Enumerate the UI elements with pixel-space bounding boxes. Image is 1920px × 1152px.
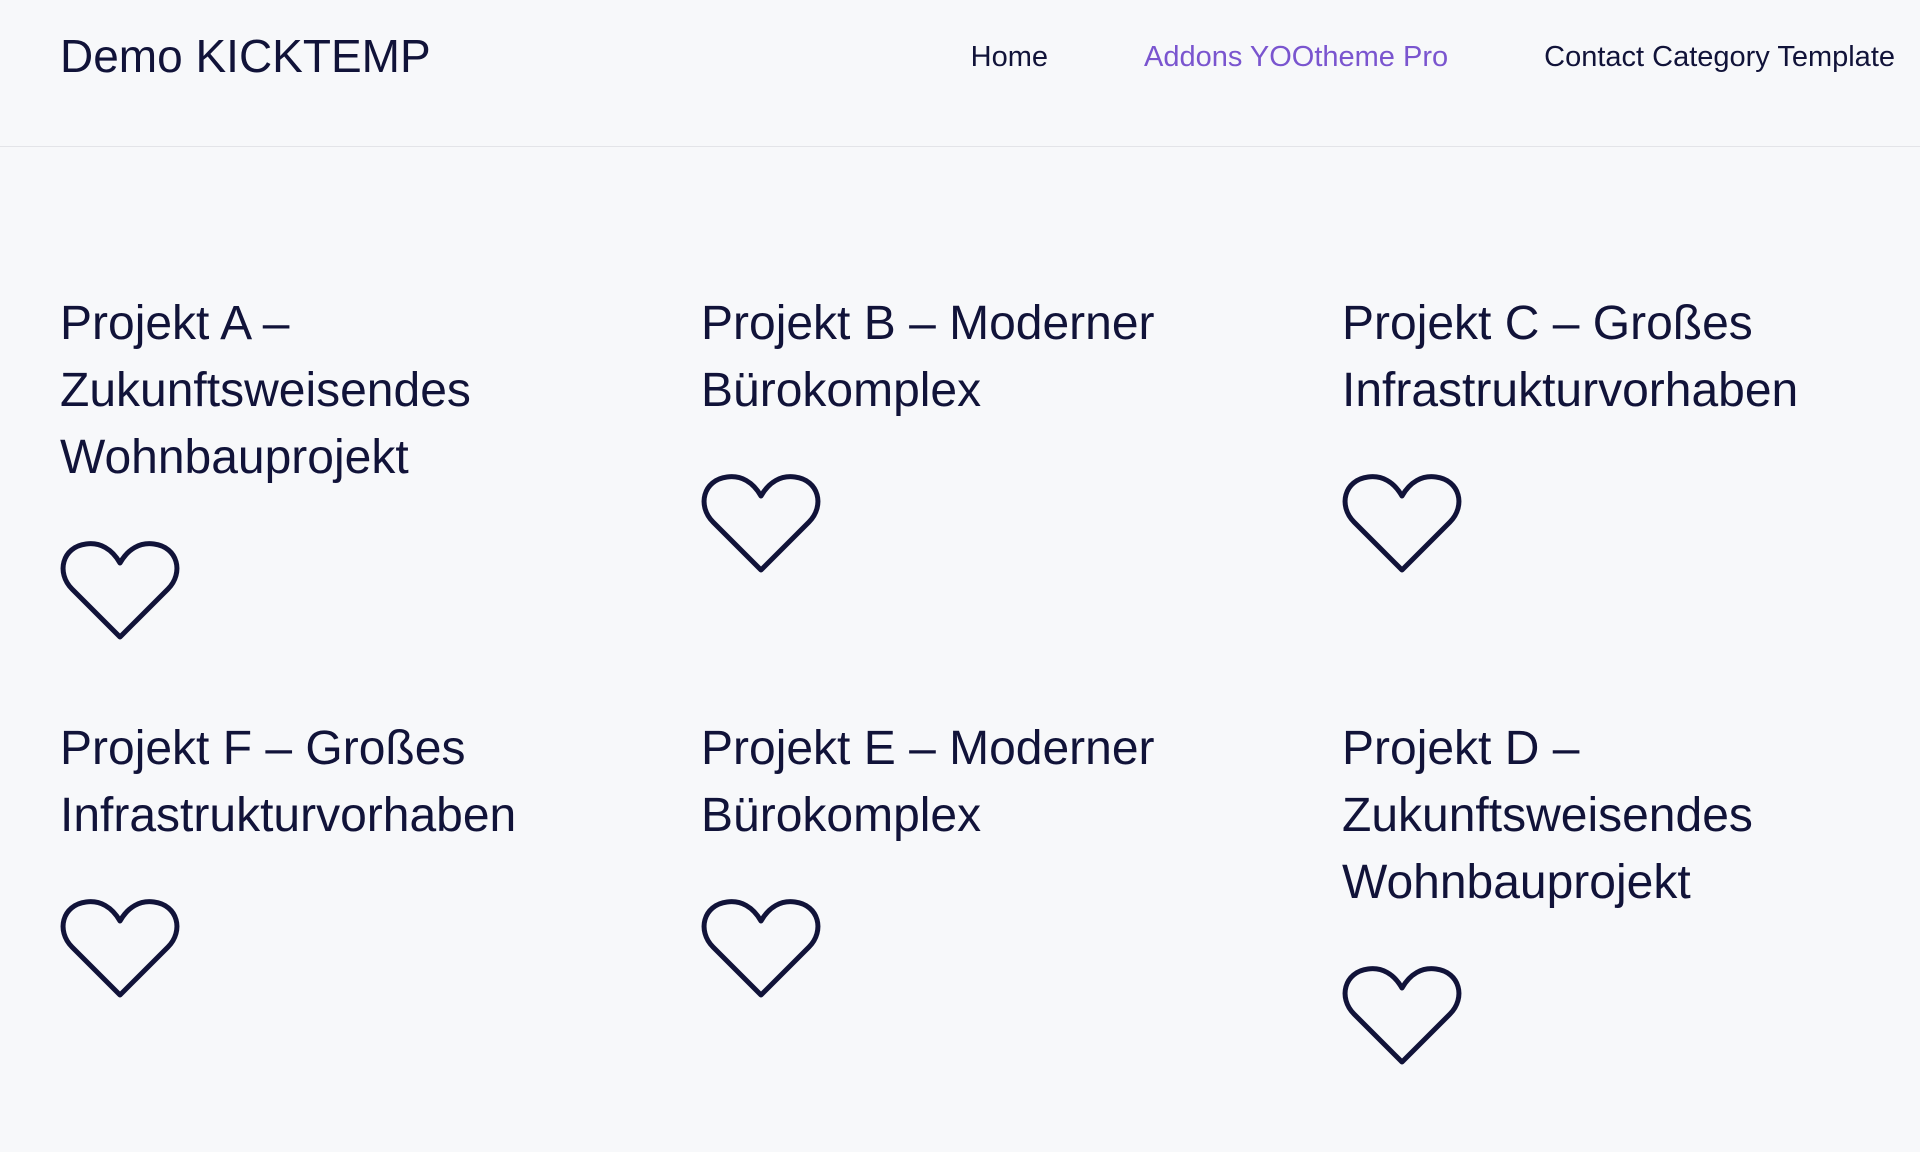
- nav-link-home[interactable]: Home: [971, 41, 1048, 73]
- heart-outline-icon: [1342, 474, 1462, 573]
- favorite-button[interactable]: [701, 895, 821, 1003]
- project-card-e: Projekt E – Moderner Bürokomplex: [701, 715, 1342, 1070]
- project-grid: Projekt A – Zukunftsweisendes Wohnbaupro…: [60, 290, 1900, 1070]
- heart-outline-icon: [1342, 966, 1462, 1065]
- heart-outline-icon: [701, 899, 821, 998]
- nav-item-home: Home: [971, 40, 1048, 74]
- project-title[interactable]: Projekt F – Großes Infrastrukturvorhaben: [60, 715, 600, 849]
- favorite-button[interactable]: [1342, 470, 1462, 578]
- heart-outline-icon: [701, 474, 821, 573]
- project-card-b: Projekt B – Moderner Bürokomplex: [701, 290, 1342, 645]
- project-card-f: Projekt F – Großes Infrastrukturvorhaben: [60, 715, 701, 1070]
- project-title[interactable]: Projekt E – Moderner Bürokomplex: [701, 715, 1241, 849]
- favorite-button[interactable]: [60, 895, 180, 1003]
- nav-link-contact-category-template[interactable]: Contact Category Template: [1544, 41, 1895, 73]
- heart-outline-icon: [60, 899, 180, 998]
- main-nav: Home Addons YOOtheme Pro Contact Categor…: [971, 40, 1895, 74]
- favorite-button[interactable]: [701, 470, 821, 578]
- project-title[interactable]: Projekt B – Moderner Bürokomplex: [701, 290, 1241, 424]
- site-header: Demo KICKTEMP Home Addons YOOtheme Pro C…: [0, 0, 1920, 147]
- nav-item-addons: Addons YOOtheme Pro: [1144, 40, 1448, 74]
- heart-outline-icon: [60, 541, 180, 640]
- favorite-button[interactable]: [60, 537, 180, 645]
- project-card-c: Projekt C – Großes Infrastrukturvorhaben: [1342, 290, 1900, 645]
- nav-item-contact-category: Contact Category Template: [1544, 40, 1895, 74]
- project-title[interactable]: Projekt C – Großes Infrastrukturvorhaben: [1342, 290, 1882, 424]
- project-card-d: Projekt D – Zukunftsweisendes Wohnbaupro…: [1342, 715, 1900, 1070]
- project-card-a: Projekt A – Zukunftsweisendes Wohnbaupro…: [60, 290, 701, 645]
- project-title[interactable]: Projekt A – Zukunftsweisendes Wohnbaupro…: [60, 290, 600, 491]
- nav-link-addons-yootheme-pro[interactable]: Addons YOOtheme Pro: [1144, 41, 1448, 73]
- favorite-button[interactable]: [1342, 962, 1462, 1070]
- project-title[interactable]: Projekt D – Zukunftsweisendes Wohnbaupro…: [1342, 715, 1882, 916]
- site-logo[interactable]: Demo KICKTEMP: [60, 30, 431, 82]
